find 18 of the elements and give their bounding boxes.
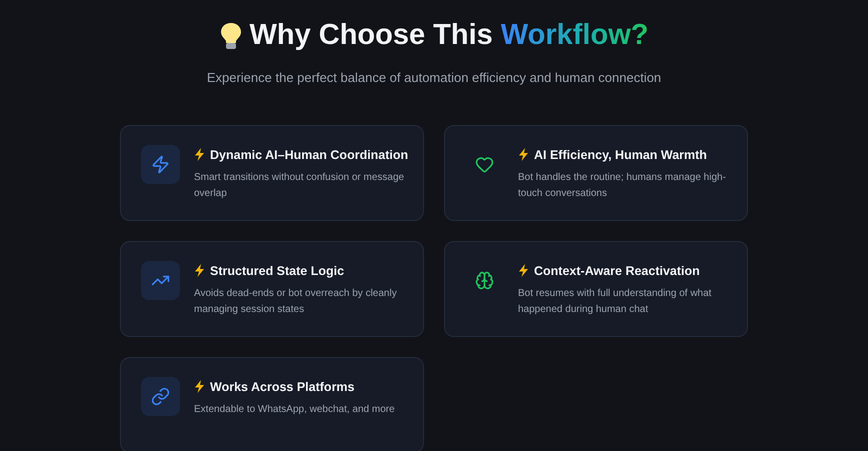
feature-title: Works Across Platforms [210,378,354,396]
feature-title: Context-Aware Reactivation [534,262,700,280]
lightbulb-icon [220,22,242,50]
lightning-icon [518,148,529,162]
feature-description: Bot handles the routine; humans manage high-touch conversations [518,171,727,202]
feature-description: Bot resumes with full understanding of what happened during human chat [518,287,712,318]
lightning-icon [194,380,205,394]
feature-description: Extendable to WhatsApp, webchat, and more [194,403,396,418]
heading-text: Why Choose This [250,18,493,54]
feature-description: Smart transitions without confusion or message overlap [194,171,406,202]
lightning-icon [194,264,205,278]
feature-title: Dynamic AI–Human Coordination [210,146,408,164]
feature-title: AI Efficiency, Human Warmth [534,146,707,164]
feature-title: Structured State Logic [210,262,344,280]
lightning-icon [194,148,205,162]
lightning-icon [518,264,529,278]
feature-description: Avoids dead-ends or bot overreach by cleanly managing session states [194,287,398,318]
subtitle: Experience the perfect balance of automation efficiency and human connection [206,69,662,87]
